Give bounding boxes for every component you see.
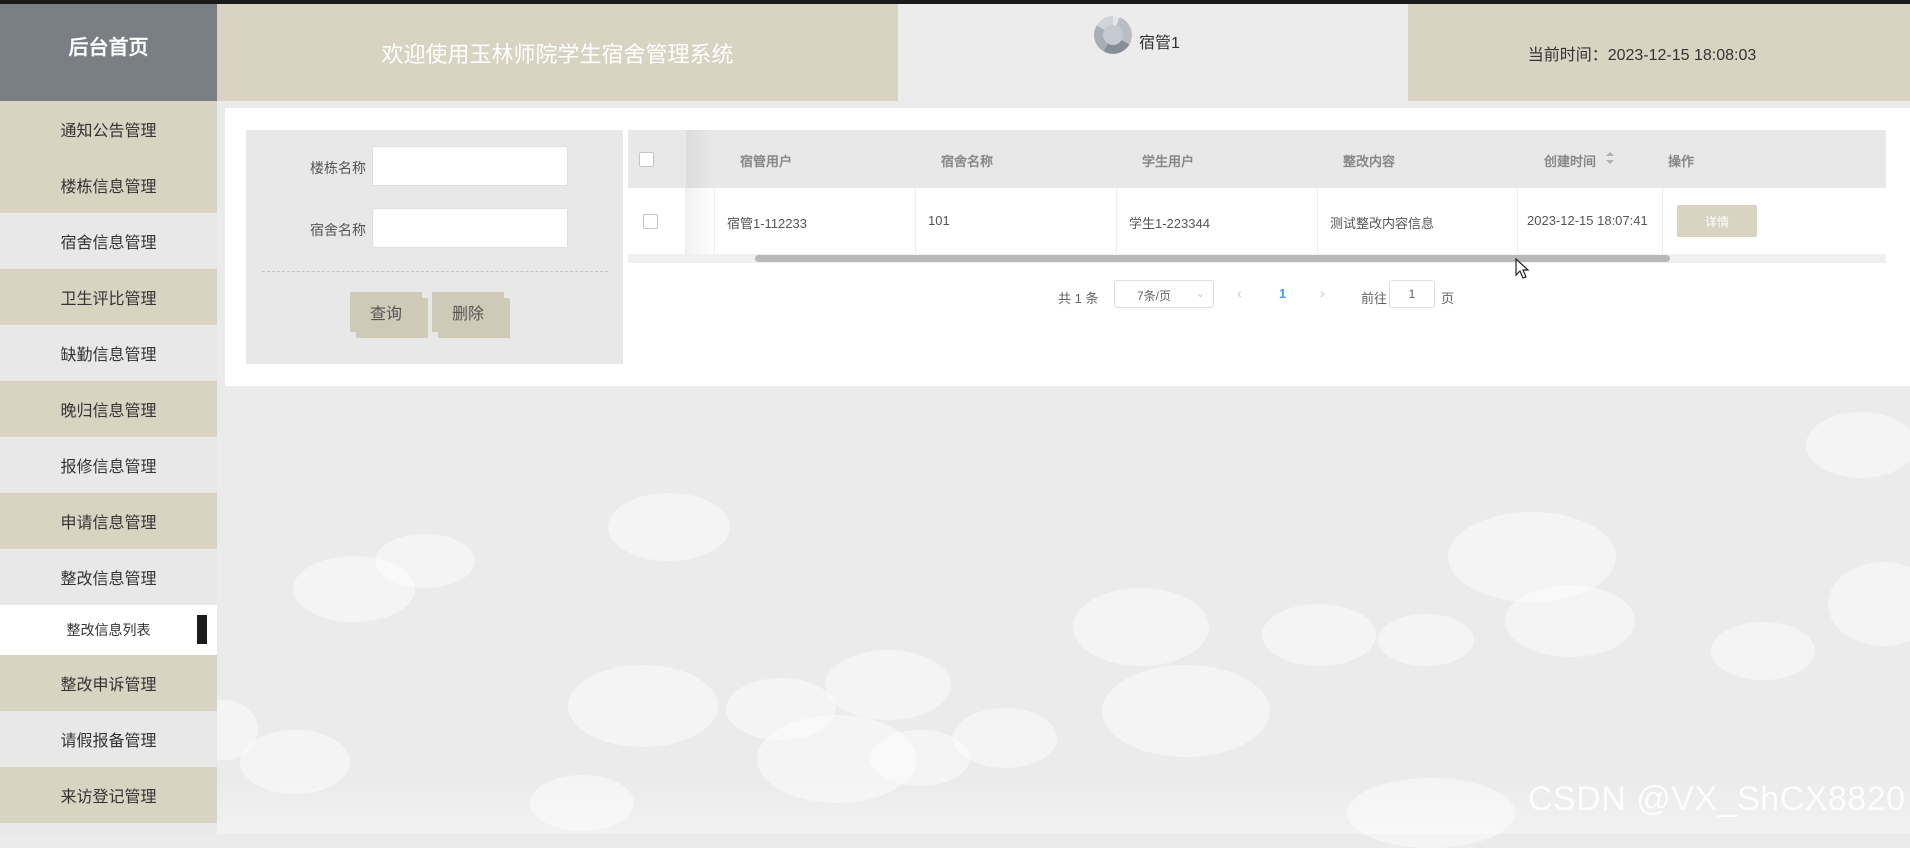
page-number-current[interactable]: 1 bbox=[1279, 286, 1286, 301]
chevron-down-icon: ⌄ bbox=[1195, 288, 1205, 300]
sidebar-item-rectification[interactable]: 整改信息管理 bbox=[0, 549, 217, 605]
avatar[interactable] bbox=[1094, 16, 1132, 54]
user-info: 宿管1 bbox=[898, 4, 1408, 101]
prev-page-icon[interactable]: ‹ bbox=[1237, 285, 1242, 301]
building-label: 楼栋名称 bbox=[310, 160, 366, 176]
column-separator bbox=[915, 188, 916, 254]
sidebar-subitem-rectification-list[interactable]: 整改信息列表 bbox=[0, 605, 217, 655]
page-size-value: 7条/页 bbox=[1137, 289, 1172, 303]
total-count: 共 1 条 bbox=[1058, 291, 1099, 306]
search-form: 楼栋名称 宿舍名称 查询 删除 bbox=[246, 130, 623, 364]
watermark: CSDN @VX_ShCX8820 bbox=[1528, 780, 1906, 818]
column-separator bbox=[1662, 188, 1663, 254]
detail-button[interactable]: 详情 bbox=[1677, 205, 1757, 237]
page-size-select[interactable]: 7条/页 ⌄ bbox=[1114, 280, 1214, 308]
page-suffix: 页 bbox=[1441, 291, 1455, 306]
pagination: 共 1 条 7条/页 ⌄ ‹ 1 › 前往 页 bbox=[225, 280, 1910, 312]
cell-student: 学生1-223344 bbox=[1129, 216, 1210, 231]
data-table: 宿管用户 宿舍名称 学生用户 整改内容 创建时间 操作 宿管1-112233 1… bbox=[628, 130, 1886, 264]
username[interactable]: 宿管1 bbox=[1139, 29, 1180, 53]
column-separator bbox=[1517, 188, 1518, 254]
sidebar-item-absence[interactable]: 缺勤信息管理 bbox=[0, 325, 217, 381]
sidebar-item-notice[interactable]: 通知公告管理 bbox=[0, 101, 217, 157]
sidebar-item-leave[interactable]: 请假报备管理 bbox=[0, 711, 217, 767]
column-header-created[interactable]: 创建时间 bbox=[1544, 151, 1596, 170]
current-time: 当前时间：2023-12-15 18:08:03 bbox=[1408, 4, 1910, 101]
row-checkbox[interactable] bbox=[643, 214, 658, 229]
sidebar-item-appeal[interactable]: 整改申诉管理 bbox=[0, 655, 217, 711]
table-header: 宿管用户 宿舍名称 学生用户 整改内容 创建时间 操作 bbox=[628, 130, 1886, 188]
sidebar-item-visitor[interactable]: 来访登记管理 bbox=[0, 767, 217, 823]
table-row[interactable]: 宿管1-112233 101 学生1-223344 测试整改内容信息 2023-… bbox=[628, 188, 1886, 255]
dorm-label: 宿舍名称 bbox=[310, 222, 366, 238]
sidebar-item-late-return[interactable]: 晚归信息管理 bbox=[0, 381, 217, 437]
column-separator bbox=[1116, 188, 1117, 254]
mouse-cursor-icon bbox=[1515, 258, 1530, 279]
goto-page-input[interactable] bbox=[1389, 280, 1435, 308]
goto-label: 前往 bbox=[1361, 291, 1388, 306]
form-divider bbox=[262, 271, 608, 272]
column-header-dorm[interactable]: 宿舍名称 bbox=[941, 151, 993, 170]
sort-icon[interactable] bbox=[1606, 152, 1614, 164]
cell-manager: 宿管1-112233 bbox=[727, 216, 807, 231]
system-title-text: 欢迎使用玉林师院学生宿舍管理系统 bbox=[381, 41, 734, 67]
sidebar: 通知公告管理 楼栋信息管理 宿舍信息管理 卫生评比管理 缺勤信息管理 晚归信息管… bbox=[0, 101, 217, 834]
fixed-column-shadow bbox=[686, 130, 716, 254]
home-link[interactable]: 后台首页 bbox=[0, 4, 217, 101]
sidebar-item-dorm[interactable]: 宿舍信息管理 bbox=[0, 213, 217, 269]
column-header-content[interactable]: 整改内容 bbox=[1343, 151, 1395, 170]
dorm-input[interactable] bbox=[372, 208, 568, 248]
cell-created: 2023-12-15 18:07:41 bbox=[1527, 213, 1648, 228]
sidebar-item-application[interactable]: 申请信息管理 bbox=[0, 493, 217, 549]
active-indicator bbox=[197, 615, 207, 644]
sidebar-item-building[interactable]: 楼栋信息管理 bbox=[0, 157, 217, 213]
column-separator bbox=[1317, 188, 1318, 254]
top-header: 后台首页 欢迎使用玉林师院学生宿舍管理系统 宿管1 当前时间：2023-12-1… bbox=[0, 4, 1910, 101]
dorm-row: 宿舍名称 bbox=[246, 208, 623, 248]
sidebar-item-repair[interactable]: 报修信息管理 bbox=[0, 437, 217, 493]
cell-content: 测试整改内容信息 bbox=[1330, 216, 1435, 231]
sidebar-item-hygiene[interactable]: 卫生评比管理 bbox=[0, 269, 217, 325]
column-header-action: 操作 bbox=[1668, 154, 1695, 169]
sidebar-subitem-label: 整改信息列表 bbox=[66, 622, 151, 638]
system-title: 欢迎使用玉林师院学生宿舍管理系统 bbox=[217, 4, 898, 101]
building-row: 楼栋名称 bbox=[246, 146, 623, 186]
current-time-text: 当前时间：2023-12-15 18:08:03 bbox=[1527, 46, 1757, 64]
cell-dorm: 101 bbox=[928, 213, 950, 228]
next-page-icon[interactable]: › bbox=[1320, 285, 1325, 301]
horizontal-scrollbar[interactable] bbox=[628, 254, 1886, 263]
column-header-student[interactable]: 学生用户 bbox=[1142, 151, 1194, 170]
select-all-checkbox[interactable] bbox=[639, 152, 654, 167]
building-input[interactable] bbox=[372, 146, 568, 186]
content-panel: 楼栋名称 宿舍名称 查询 删除 宿管用户 宿舍名称 学生用户 整改内容 创建时间… bbox=[225, 108, 1910, 386]
column-header-manager[interactable]: 宿管用户 bbox=[740, 151, 792, 170]
